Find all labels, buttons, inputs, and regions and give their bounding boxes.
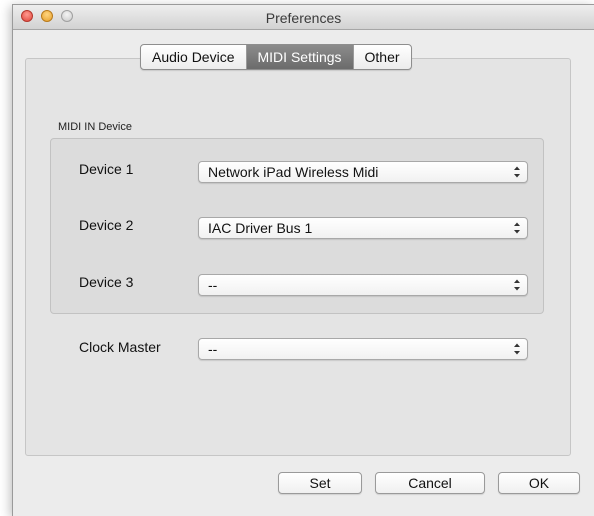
device-3-value: -- [208,277,218,293]
tab-bar: Audio Device MIDI Settings Other [140,44,412,70]
device-1-value: Network iPad Wireless Midi [208,164,379,180]
title-bar[interactable]: Preferences [13,5,594,30]
clock-master-popup[interactable]: -- [198,338,528,360]
tab-other[interactable]: Other [352,45,411,69]
up-down-arrows-icon [514,222,520,234]
cancel-button[interactable]: Cancel [375,472,485,494]
window-title: Preferences [265,10,342,26]
device-3-popup[interactable]: -- [198,274,528,296]
device-2-popup[interactable]: IAC Driver Bus 1 [198,217,528,239]
device-1-popup[interactable]: Network iPad Wireless Midi [198,161,528,183]
clock-master-value: -- [208,341,218,357]
up-down-arrows-icon [514,279,520,291]
device-2-value: IAC Driver Bus 1 [208,220,313,236]
tab-audio-device[interactable]: Audio Device [141,45,246,69]
ok-button[interactable]: OK [498,472,580,494]
tab-midi-settings[interactable]: MIDI Settings [245,45,353,69]
set-button[interactable]: Set [278,472,362,494]
device-1-label: Device 1 [79,161,134,177]
midi-in-group-label: MIDI IN Device [58,121,132,133]
clock-master-label: Clock Master [79,339,161,355]
up-down-arrows-icon [514,166,520,178]
device-3-label: Device 3 [79,274,134,290]
up-down-arrows-icon [514,343,520,355]
device-2-label: Device 2 [79,217,134,233]
